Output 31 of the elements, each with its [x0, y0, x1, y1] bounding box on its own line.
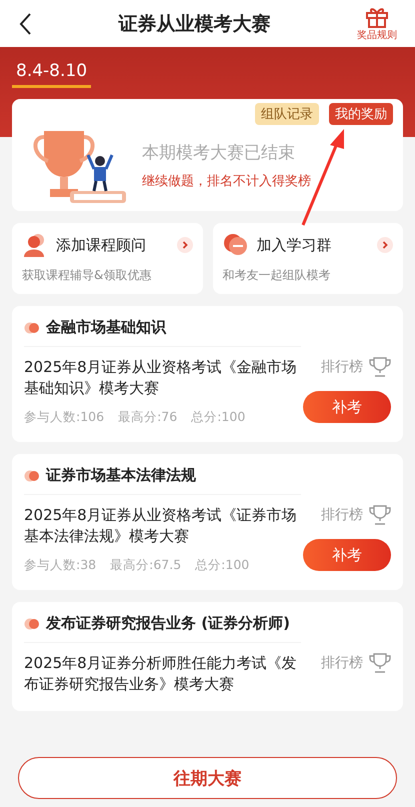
stat-text: 总分:100 [195, 557, 250, 574]
status-note: 继续做题，排名不计入得奖榜 [142, 172, 311, 190]
page-title: 证券从业模考大赛 [118, 12, 270, 36]
stat-text: 最高分:67.5 [110, 557, 182, 574]
retake-button[interactable]: 补考 [303, 539, 391, 571]
shortcut-subtitle: 获取课程辅导&领取优惠 [22, 267, 152, 284]
shortcut-subtitle: 和考友一起组队模考 [222, 267, 332, 284]
past-contests-button[interactable]: 往期大赛 [18, 757, 397, 799]
subject-title: 金融市场基础知识 [46, 318, 166, 337]
shortcut-card[interactable]: 添加课程顾问 获取课程辅导&领取优惠 [12, 223, 202, 294]
tag-button[interactable]: 我的奖励 [329, 103, 393, 125]
contest-description: 2025年8月证券分析师胜任能力考试《发布证券研究报告业务》模考大赛 [24, 653, 298, 695]
shortcut-title: 加入学习群 [256, 236, 332, 254]
contest-description: 2025年8月证券从业资格考试《金融市场基础知识》模考大赛 [24, 357, 298, 399]
contest-description: 2025年8月证券从业资格考试《证券市场基本法律法规》模考大赛 [24, 505, 298, 547]
stat-text: 总分:100 [191, 409, 246, 426]
subject-title: 证券市场基本法律法规 [46, 466, 196, 485]
stat-text: 参与人数:106 [24, 409, 104, 426]
prize-rules-link[interactable]: 奖品规则 [357, 28, 397, 42]
shortcut-card[interactable]: 加入学习群 和考友一起组队模考 [212, 223, 403, 294]
stat-text: 最高分:76 [118, 409, 178, 426]
retake-button[interactable]: 补考 [303, 391, 391, 423]
stat-text: 参与人数:38 [24, 557, 96, 574]
subject-title: 发布证券研究报告业务 (证券分析师) [46, 614, 290, 633]
leaderboard-link[interactable]: 排行榜 [321, 654, 363, 672]
leaderboard-link[interactable]: 排行榜 [321, 358, 363, 376]
status-title: 本期模考大赛已结束 [142, 142, 296, 164]
leaderboard-link[interactable]: 排行榜 [321, 506, 363, 524]
period-tab[interactable]: 8.4-8.10 [12, 61, 92, 88]
tag-button[interactable]: 组队记录 [255, 103, 319, 125]
shortcut-title: 添加课程顾问 [56, 236, 147, 254]
